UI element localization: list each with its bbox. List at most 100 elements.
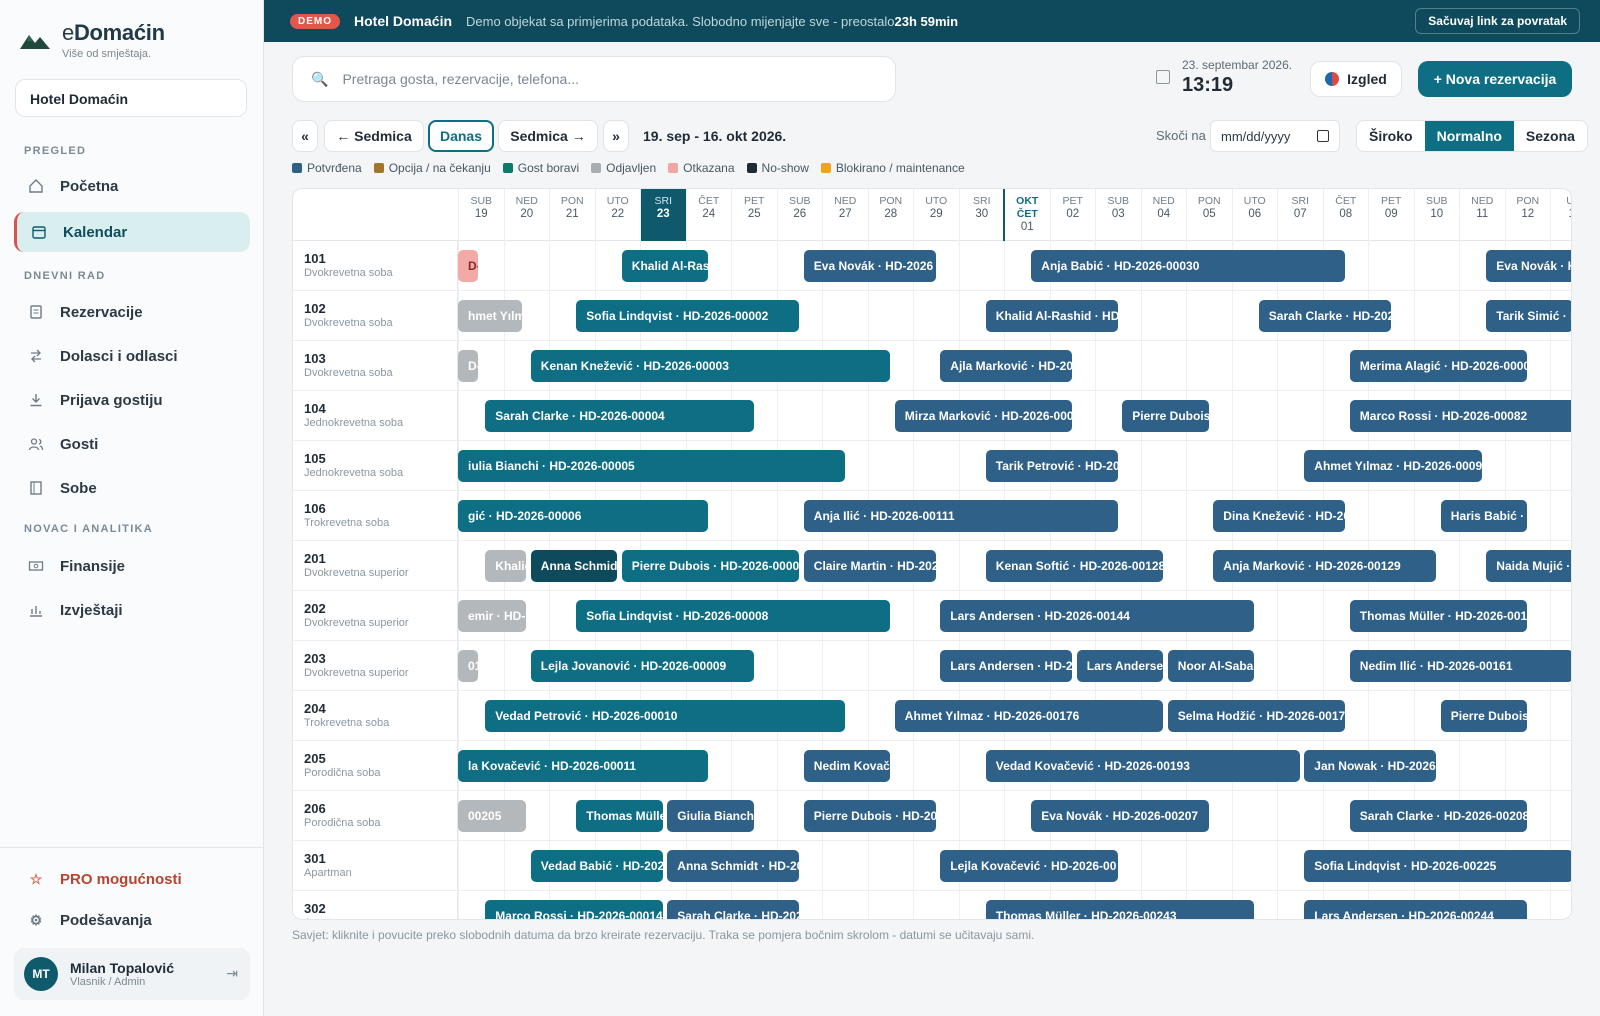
reservation-bar[interactable]: Haris Babić · HD bbox=[1440, 500, 1528, 532]
logo[interactable]: eDomaćin Više od smještaja. bbox=[20, 20, 165, 60]
reservation-bar[interactable]: Dina Knežević · HD-2026 bbox=[1213, 500, 1346, 532]
appearance-button[interactable]: Izgled bbox=[1310, 61, 1402, 97]
day-header[interactable]: NED 04 bbox=[1140, 189, 1187, 241]
day-header[interactable]: NED 11 bbox=[1459, 189, 1505, 241]
reservation-bar[interactable]: Claire Martin · HD-2026 bbox=[803, 550, 936, 582]
reservation-bar[interactable]: Lars Andersen bbox=[1076, 650, 1164, 682]
reservation-bar[interactable]: D-2 bbox=[458, 350, 478, 382]
day-header[interactable]: PON 28 bbox=[867, 189, 914, 241]
room-row-label[interactable]: 205 Porodična soba bbox=[293, 741, 458, 791]
reservation-bar[interactable]: Merima Alagić · HD-2026-00006 bbox=[1349, 350, 1528, 382]
reservation-bar[interactable]: Anja Ilić · HD-2026-00111 bbox=[803, 500, 1118, 532]
day-header[interactable]: NED 20 bbox=[503, 189, 550, 241]
reservation-bar[interactable]: Anja Marković · HD-2026-00129 bbox=[1213, 550, 1437, 582]
reservation-bar[interactable]: Lejla Jovanović · HD-2026-00009 bbox=[530, 650, 754, 682]
day-header[interactable]: SRI 30 bbox=[958, 189, 1005, 241]
reservation-bar[interactable]: Eva Novák · HD-2026 bbox=[1486, 250, 1571, 282]
reservation-bar[interactable]: Ahmet Yılmaz · HD-2026-0009 bbox=[1304, 450, 1482, 482]
reservation-bar[interactable]: Lars Andersen · HD-2026 bbox=[940, 650, 1073, 682]
reservation-bar[interactable]: Pierre Dubois · HD-2026 bbox=[803, 800, 936, 832]
save-link-button[interactable]: Sačuvaj link za povratak bbox=[1415, 8, 1580, 34]
sidebar-item-pro[interactable]: ☆ PRO mogućnosti bbox=[14, 859, 250, 899]
reservation-bar[interactable]: Naida Mujić · HD bbox=[1486, 550, 1571, 582]
reservation-bar[interactable]: Sarah Clarke · HD-2026-00017 bbox=[667, 900, 800, 919]
reservation-bar[interactable]: 00205 bbox=[458, 800, 527, 832]
day-header[interactable]: SRI 07 bbox=[1277, 189, 1323, 241]
sidebar-item-sobe[interactable]: Sobe bbox=[14, 468, 250, 508]
sidebar-item-gosti[interactable]: Gosti bbox=[14, 424, 250, 464]
room-row-label[interactable]: 206 Porodična soba bbox=[293, 791, 458, 841]
reservation-bar[interactable]: Eva Novák · HD-2026-00207 bbox=[1031, 800, 1209, 832]
day-header[interactable]: SUB 10 bbox=[1413, 189, 1460, 241]
day-header[interactable]: UTO 22 bbox=[594, 189, 641, 241]
new-reservation-button[interactable]: + Nova rezervacija bbox=[1418, 61, 1572, 97]
reservation-bar[interactable]: Nedim Kovač bbox=[803, 750, 891, 782]
reservation-bar[interactable]: Mirza Marković · HD-2026-000 bbox=[894, 400, 1073, 432]
reservation-bar[interactable]: Lejla Kovačević · HD-2026-00 bbox=[940, 850, 1118, 882]
room-row-label[interactable]: 202 Dvokrevetna superior bbox=[293, 591, 458, 641]
day-header[interactable]: UTO 29 bbox=[913, 189, 959, 241]
day-header[interactable]: SRI 23 bbox=[640, 189, 686, 241]
room-row-label[interactable]: 203 Dvokrevetna superior bbox=[293, 641, 458, 691]
reservation-bar[interactable]: Tarik Simić · HD bbox=[1486, 300, 1571, 332]
day-header[interactable]: SUB 03 bbox=[1095, 189, 1141, 241]
room-row-label[interactable]: 102 Dvokrevetna soba bbox=[293, 291, 458, 341]
room-row-label[interactable]: 106 Trokrevetna soba bbox=[293, 491, 458, 541]
reservation-bar[interactable]: Thomas Müller · HD-2026-00243 bbox=[985, 900, 1255, 919]
sidebar-item-dolasci[interactable]: Dolasci i odlasci bbox=[14, 336, 250, 376]
room-row-label[interactable]: 201 Dvokrevetna superior bbox=[293, 541, 458, 591]
room-row-label[interactable]: 302Apartman bbox=[293, 891, 458, 919]
reservation-bar[interactable]: la Kovačević · HD-2026-00011 bbox=[458, 750, 709, 782]
reservation-bar[interactable]: D-20 bbox=[458, 250, 478, 282]
reservation-bar[interactable]: Ajla Marković · HD-2026 bbox=[940, 350, 1073, 382]
room-row-label[interactable]: 105 Jednokrevetna soba bbox=[293, 441, 458, 491]
reservation-bar[interactable]: Anna Schmidt · HD-2026 bbox=[667, 850, 800, 882]
reservation-bar[interactable]: iulia Bianchi · HD-2026-00005 bbox=[458, 450, 845, 482]
prev-week-button[interactable]: ← Sedmica bbox=[324, 120, 424, 152]
day-header[interactable]: PON 21 bbox=[549, 189, 595, 241]
sidebar-item-kalendar[interactable]: Kalendar bbox=[14, 212, 250, 252]
day-header[interactable]: ČET 24 bbox=[685, 189, 732, 241]
reservation-bar[interactable]: Pierre Dubois bbox=[1122, 400, 1209, 432]
sidebar-item-rezervacije[interactable]: Rezervacije bbox=[14, 292, 250, 332]
day-header[interactable]: OKT ČET 01 bbox=[1004, 189, 1050, 241]
day-header[interactable]: SUB 26 bbox=[776, 189, 823, 241]
reservation-bar[interactable]: Noor Al-Sabah bbox=[1167, 650, 1255, 682]
user-card[interactable]: MT Milan Topalović Vlasnik / Admin ⇥ bbox=[14, 948, 250, 1000]
reservation-bar[interactable]: Vedad Babić · HD-2026 bbox=[530, 850, 663, 882]
calendar-picker-icon[interactable] bbox=[1317, 130, 1329, 142]
first-page-button[interactable]: « bbox=[292, 120, 318, 152]
room-row-label[interactable]: 101 Dvokrevetna soba bbox=[293, 241, 458, 291]
reservation-bar[interactable]: Vedad Petrović · HD-2026-00010 bbox=[485, 700, 845, 732]
reservation-bar[interactable]: gić · HD-2026-00006 bbox=[458, 500, 709, 532]
reservation-bar[interactable]: Thomas Müller bbox=[576, 800, 663, 832]
reservation-bar[interactable]: Nedim Ilić · HD-2026-00161 bbox=[1349, 650, 1571, 682]
day-header[interactable]: PET 02 bbox=[1049, 189, 1096, 241]
day-header[interactable]: PET 09 bbox=[1368, 189, 1414, 241]
view-normalno-button[interactable]: Normalno bbox=[1424, 121, 1514, 151]
sidebar-item-izvjestaji[interactable]: Izvještaji bbox=[14, 590, 250, 630]
reservation-bar[interactable]: Eva Novák · HD-2026 bbox=[803, 250, 936, 282]
reservation-bar[interactable]: Marco Rossi · HD-2026-00082 bbox=[1349, 400, 1571, 432]
reservation-bar[interactable]: Thomas Müller · HD-2026-001 bbox=[1349, 600, 1528, 632]
sidebar-item-finansije[interactable]: Finansije bbox=[14, 546, 250, 586]
reservation-bar[interactable]: Selma Hodžić · HD-2026-0017 bbox=[1167, 700, 1346, 732]
reservation-bar[interactable]: Sofia Lindqvist · HD-2026-00002 bbox=[576, 300, 800, 332]
next-week-button[interactable]: Sedmica → bbox=[498, 120, 598, 152]
reservation-bar[interactable]: emir · HD-2026 bbox=[458, 600, 527, 632]
reservation-bar[interactable]: Sarah Clarke · HD-2026-00208 bbox=[1349, 800, 1528, 832]
reservation-bar[interactable]: Anna Schmidt bbox=[530, 550, 618, 582]
last-page-button[interactable]: » bbox=[603, 120, 629, 152]
reservation-bar[interactable]: Sarah Clarke · HD-2026 bbox=[1258, 300, 1391, 332]
day-header[interactable]: SUB 19 bbox=[458, 189, 504, 241]
reservation-bar[interactable]: Lars Andersen · HD-2026-00144 bbox=[940, 600, 1255, 632]
reservation-bar[interactable]: Pierre Dubois bbox=[1440, 700, 1528, 732]
sidebar-item-prijava[interactable]: Prijava gostiju bbox=[14, 380, 250, 420]
reservation-bar[interactable]: Kenan Softić · HD-2026-00128 bbox=[985, 550, 1164, 582]
reservation-bar[interactable]: Jan Nowak · HD-2026 bbox=[1304, 750, 1437, 782]
reservation-bar[interactable]: Sofia Lindqvist · HD-2026-00008 bbox=[576, 600, 891, 632]
view-sezona-button[interactable]: Sezona bbox=[1514, 121, 1587, 151]
reservation-bar[interactable]: Ahmet Yılmaz · HD-2026-00176 bbox=[894, 700, 1164, 732]
logout-icon[interactable]: ⇥ bbox=[226, 965, 238, 982]
day-header[interactable]: UTO 06 bbox=[1231, 189, 1278, 241]
